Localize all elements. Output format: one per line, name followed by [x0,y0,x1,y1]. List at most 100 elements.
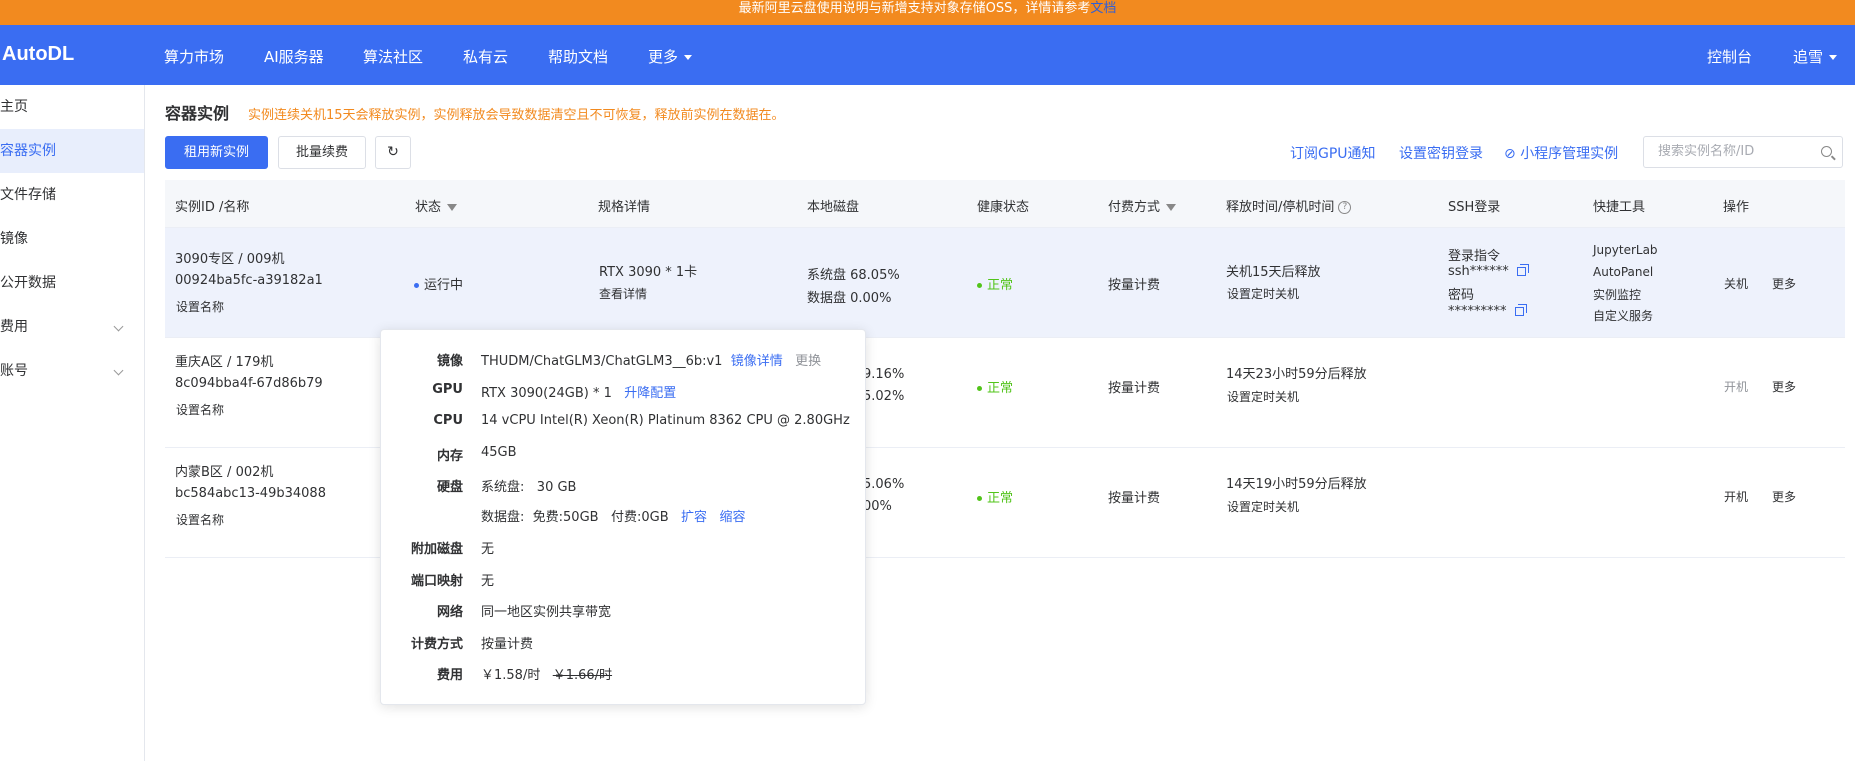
nav-item-ai-server[interactable]: AI服务器 [264,46,324,67]
popover-fee-row: 费用 ￥1.58/时 ￥1.66/时 [381,664,867,684]
console-link[interactable]: 控制台 [1707,46,1752,67]
popover-value: 45GB [481,445,517,460]
instance-name-link[interactable]: 3090专区 / 009机 [175,248,285,267]
more-button[interactable]: 更多 [1772,488,1796,505]
shrink-link[interactable]: 缩容 [719,510,745,525]
popover-gpu-row: GPU RTX 3090(24GB) * 1 升降配置 [381,382,867,402]
schedule-shutdown-link[interactable]: 设置定时关机 [1227,498,1299,515]
sidebar-item-home[interactable]: 主页 [0,85,144,129]
ssh-pwd-label: 密码 [1448,288,1475,303]
health-dot [977,496,982,501]
popover-label: GPU [432,382,463,397]
image-detail-link[interactable]: 镜像详情 [731,354,783,369]
nav-item-community[interactable]: 算法社区 [363,46,423,67]
set-name-link[interactable]: 设置名称 [176,401,224,418]
expand-link[interactable]: 扩容 [681,510,707,525]
notice-bar: 最新阿里云盘使用说明与新增支持对象存储OSS，详情请参考文档 [0,0,1855,25]
disk-data: 00% [863,499,892,514]
spec-detail-link[interactable]: 查看详情 [599,285,647,302]
sidebar-item-public-data[interactable]: 公开数据 [0,261,144,305]
sidebar-item-label: 文件存储 [0,187,56,203]
tool-jupyterlab[interactable]: JupyterLab [1593,243,1658,257]
instance-name-link[interactable]: 内蒙B区 / 002机 [175,461,273,480]
shutdown-button[interactable]: 关机 [1724,275,1748,292]
miniprogram-label: 小程序管理实例 [1520,146,1619,162]
disk-sys-value: 30 GB [536,480,577,495]
help-icon[interactable]: ? [1338,201,1352,214]
popover-value: 同一地区实例共享带宽 [481,605,612,620]
sidebar-item-label: 账号 [0,363,28,379]
more-button[interactable]: 更多 [1772,275,1796,292]
tool-custom-service[interactable]: 自定义服务 [1593,307,1653,324]
instance-name-link[interactable]: 重庆A区 / 179机 [175,351,273,370]
th-disk: 本地磁盘 [807,200,860,215]
sidebar-item-label: 费用 [0,319,28,335]
th-health: 健康状态 [977,200,1030,215]
sidebar-item-label: 容器实例 [0,143,56,159]
logo[interactable]: AutoDL [2,43,74,66]
instance-id: bc584abc13-49b34088 [175,486,326,501]
more-button[interactable]: 更多 [1772,378,1796,395]
popover-label: 计费方式 [410,637,463,652]
th-tools: 快捷工具 [1593,200,1646,215]
status-badge: 运行中 [414,274,463,293]
page-warning: 实例连续关机15天会释放实例，实例释放会导致数据清空且不可恢复，释放前实例在数据… [248,108,785,123]
th-ssh: SSH登录 [1448,200,1501,215]
nav-item-help-docs[interactable]: 帮助文档 [548,46,608,67]
sidebar-item-label: 镜像 [0,231,28,247]
sidebar-item-billing[interactable]: 费用 [0,305,144,349]
th-status[interactable]: 状态 [415,196,458,215]
popover-port-row: 端口映射 无 [381,570,867,590]
image-change-link[interactable]: 更换 [795,354,821,369]
copy-icon[interactable] [1516,264,1529,276]
power-on-button[interactable]: 开机 [1724,378,1748,395]
search-input[interactable] [1658,144,1818,159]
copy-icon[interactable] [1514,304,1527,316]
nav-item-private-cloud[interactable]: 私有云 [463,46,508,67]
set-name-link[interactable]: 设置名称 [176,298,224,315]
rent-instance-button[interactable]: 租用新实例 [165,136,268,169]
nav-item-more[interactable]: 更多 [648,46,693,67]
user-menu[interactable]: 追雪 [1793,46,1838,67]
ssh-cmd-label: 登录指令 [1448,249,1501,264]
sidebar-item-storage[interactable]: 文件存储 [0,173,144,217]
tool-autopanel[interactable]: AutoPanel [1593,265,1653,279]
gpu-notify-link[interactable]: 订阅GPU通知 [1290,143,1376,163]
sidebar-item-instances[interactable]: 容器实例 [0,129,144,173]
sidebar-item-label: 公开数据 [0,275,56,291]
tool-monitor[interactable]: 实例监控 [1593,286,1641,303]
notice-text: 最新阿里云盘使用说明与新增支持对象存储OSS，详情请参考 [738,1,1091,16]
ssh-key-link[interactable]: 设置密钥登录 [1399,143,1483,163]
nav-item-market[interactable]: 算力市场 [164,46,224,67]
popover-value: RTX 3090(24GB) * 1 升降配置 [481,382,676,401]
schedule-shutdown-link[interactable]: 设置定时关机 [1227,388,1299,405]
popover-label: 内存 [436,449,463,464]
sidebar-item-images[interactable]: 镜像 [0,217,144,261]
power-on-button[interactable]: 开机 [1724,488,1748,505]
disk-system: 9.16% [863,367,905,382]
miniprogram-link[interactable]: ⊘ 小程序管理实例 [1504,143,1618,163]
pay-type: 按量计费 [1108,278,1161,293]
filter-icon[interactable] [1166,204,1177,211]
health-text: 正常 [987,278,1014,293]
popover-value: THUDM/ChatGLM3/ChatGLM3__6b:v1 镜像详情 更换 [481,350,821,369]
th-release: 释放时间/停机时间? [1226,196,1352,215]
popover-value: 14 vCPU Intel(R) Xeon(R) Platinum 8362 C… [481,413,850,428]
set-name-link[interactable]: 设置名称 [176,511,224,528]
release-time: 关机15天后释放 [1226,265,1321,280]
schedule-shutdown-link[interactable]: 设置定时关机 [1227,285,1299,302]
filter-icon[interactable] [447,204,458,211]
search-box[interactable] [1643,136,1843,168]
pay-type: 按量计费 [1108,381,1161,396]
batch-renew-button[interactable]: 批量续费 [278,136,366,169]
sidebar-item-account[interactable]: 账号 [0,349,144,393]
search-icon[interactable] [1821,146,1832,157]
chevron-down-icon [684,55,693,60]
popover-label: 附加磁盘 [410,542,463,557]
refresh-button[interactable]: ↻ [375,136,411,169]
popover-label: 端口映射 [410,574,463,589]
th-spec: 规格详情 [598,200,651,215]
gpu-upgrade-link[interactable]: 升降配置 [624,386,676,401]
th-pay[interactable]: 付费方式 [1108,196,1177,215]
notice-doc-link[interactable]: 文档 [1090,1,1116,16]
